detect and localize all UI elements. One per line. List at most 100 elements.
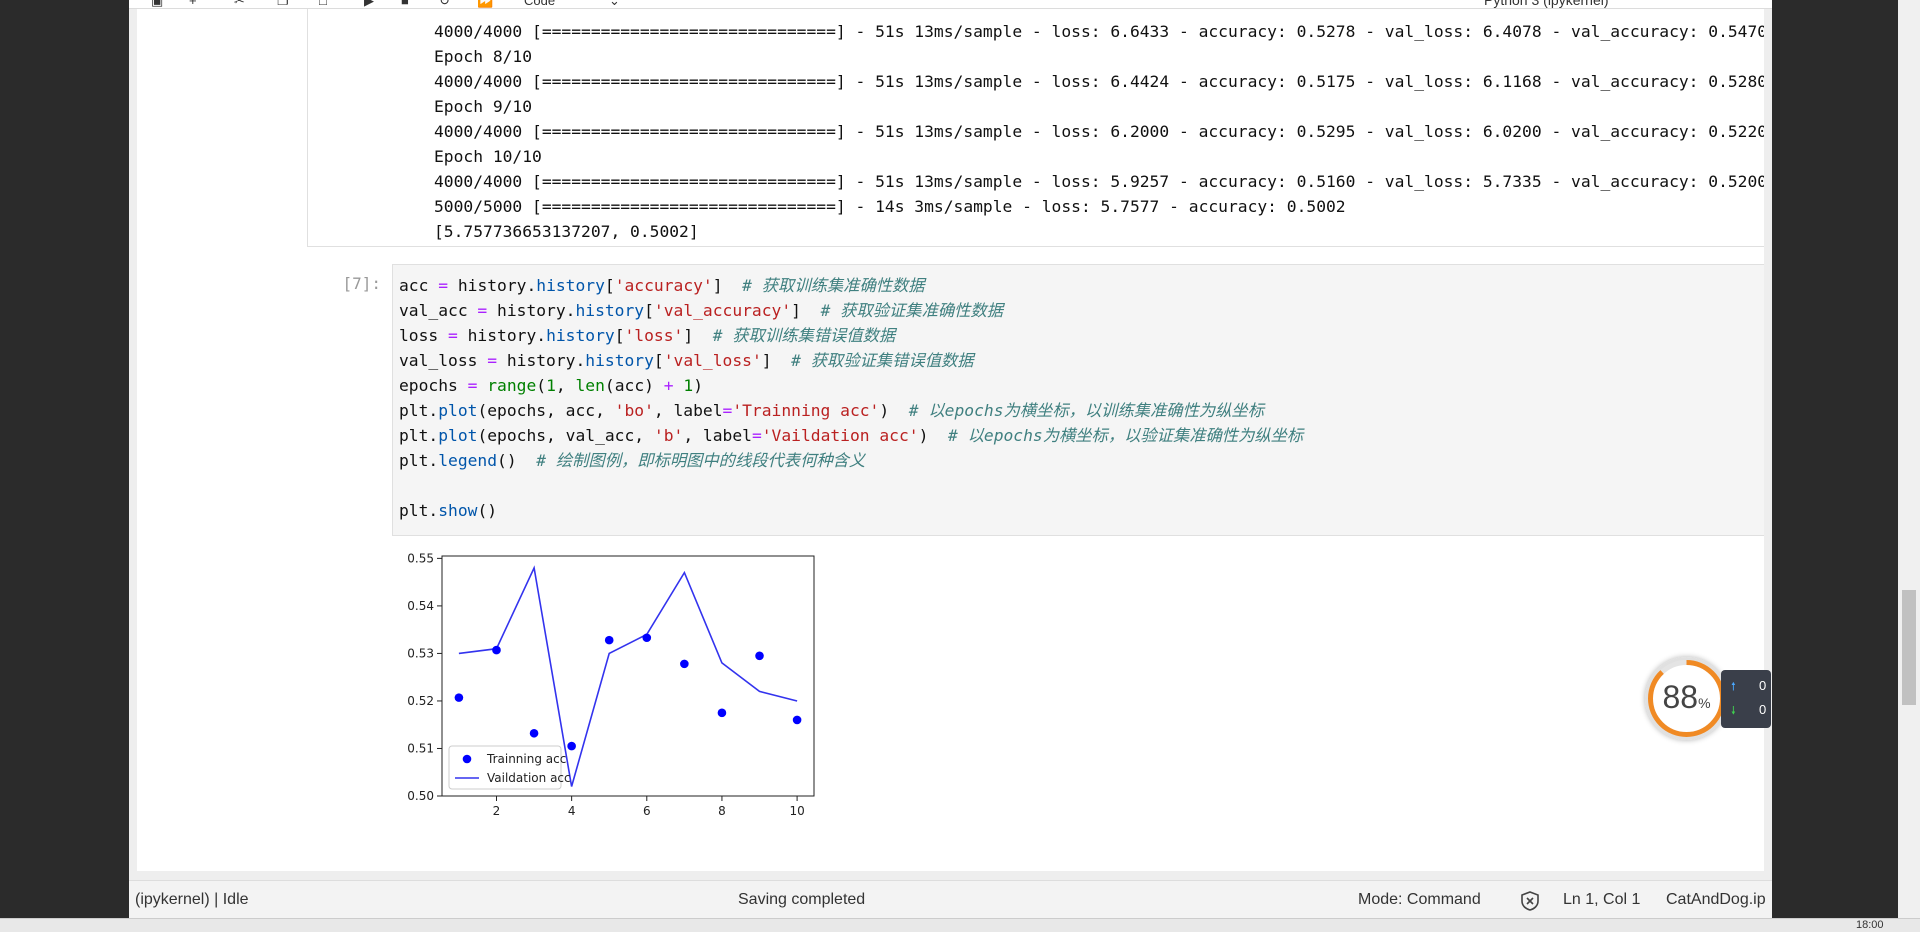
- code-token: =: [751, 426, 762, 445]
- performance-widget[interactable]: 88%: [1645, 657, 1728, 740]
- code-token: , label: [653, 401, 723, 420]
- fast-forward-icon[interactable]: ⏩: [477, 0, 493, 8]
- code-line: plt.legend() # 绘制图例，即标明图中的线段代表何种含义: [399, 448, 1303, 473]
- code-token: plt.: [399, 426, 439, 445]
- code-token: history.: [487, 301, 576, 320]
- stop-icon[interactable]: ■: [401, 0, 409, 8]
- download-value: 0: [1759, 702, 1767, 717]
- code-token: ]: [683, 326, 713, 345]
- code-token: ,: [555, 376, 576, 395]
- code-token: # 绘制图例，即标明图中的线段代表何种含义: [536, 451, 866, 470]
- save-icon[interactable]: ▣: [151, 0, 163, 8]
- code-token: history.: [457, 326, 547, 345]
- code-line: plt.plot(epochs, acc, 'bo', label='Train…: [399, 398, 1303, 423]
- y-tick-label: 0.53: [407, 646, 434, 660]
- code-token: # 以epochs为横坐标，以训练集准确性为纵坐标: [908, 401, 1264, 420]
- y-tick-label: 0.55: [407, 551, 434, 565]
- code-token: =: [477, 301, 488, 320]
- code-token: plt.: [399, 451, 439, 470]
- code-token: ): [693, 376, 703, 395]
- code-line: plt.plot(epochs, val_acc, 'b', label='Va…: [399, 423, 1303, 448]
- code-text: acc = history.history['accuracy'] # 获取训练…: [399, 273, 1303, 523]
- code-token: [: [604, 276, 615, 295]
- code-token: history: [585, 351, 654, 370]
- x-tick-label: 2: [493, 804, 501, 818]
- code-token: 1: [683, 376, 694, 395]
- run-icon[interactable]: ▶: [364, 0, 374, 8]
- code-token: =: [438, 276, 449, 295]
- shield-icon[interactable]: [1519, 890, 1541, 912]
- code-token: (: [536, 376, 547, 395]
- download-arrow-icon: 🠗: [1731, 705, 1736, 717]
- code-cell-editor[interactable]: acc = history.history['accuracy'] # 获取训练…: [392, 264, 1764, 536]
- code-token: val_loss: [399, 351, 488, 370]
- training-acc-point: [492, 645, 501, 655]
- cut-icon[interactable]: ✂: [234, 0, 245, 8]
- code-token: 'Trainning acc': [732, 401, 880, 420]
- code-token: plt.: [399, 401, 439, 420]
- save-status: Saving completed: [738, 891, 866, 908]
- code-line: epochs = range(1, len(acc) + 1): [399, 373, 1303, 398]
- code-token: plt.: [399, 501, 439, 520]
- code-token: ): [879, 401, 909, 420]
- add-cell-icon[interactable]: +: [189, 0, 197, 8]
- kernel-status[interactable]: (ipykernel) | Idle: [135, 891, 249, 909]
- code-token: (epochs, acc,: [477, 401, 615, 420]
- code-token: 'b': [653, 426, 684, 445]
- code-token: (epochs, val_acc,: [477, 426, 654, 445]
- code-token: history.: [497, 351, 586, 370]
- code-token: val_acc: [399, 301, 478, 320]
- output-line: Epoch 8/10: [434, 47, 533, 66]
- output-line: 4000/4000 [=============================…: [434, 72, 1764, 91]
- code-token: history: [536, 276, 605, 295]
- code-token: 'val_loss': [663, 351, 762, 370]
- cell-type-select[interactable]: Code: [524, 0, 555, 8]
- code-token: loss: [399, 326, 449, 345]
- status-bar: (ipykernel) | Idle Saving completed Mode…: [129, 880, 1772, 920]
- code-token: ]: [761, 351, 792, 370]
- copy-icon[interactable]: ❐: [277, 0, 289, 8]
- notebook-toolbar: ▣ + ✂ ❐ □ ▶ ■ ↻ ⏩ Code ⌄ Python 3 (ipyke…: [129, 0, 1772, 9]
- page-scrollbar[interactable]: [1898, 0, 1920, 932]
- cursor-position[interactable]: Ln 1, Col 1: [1563, 891, 1640, 909]
- network-panel: 🠕 0 🠗 0: [1721, 670, 1771, 728]
- code-line: val_acc = history.history['val_accuracy'…: [399, 298, 1303, 323]
- restart-icon[interactable]: ↻: [439, 0, 450, 8]
- code-token: # 获取验证集准确性数据: [820, 301, 1003, 320]
- code-token: # 获取训练集错误值数据: [712, 326, 896, 345]
- legend-marker-training: [462, 754, 472, 764]
- mode-indicator[interactable]: Mode: Command: [1358, 891, 1481, 909]
- paste-icon[interactable]: □: [319, 0, 327, 8]
- upload-value: 0: [1759, 678, 1767, 693]
- code-token: +: [663, 376, 674, 395]
- code-token: history: [575, 301, 645, 320]
- code-line: acc = history.history['accuracy'] # 获取训练…: [399, 273, 1303, 298]
- training-acc-point: [567, 741, 576, 751]
- training-acc-point: [680, 659, 689, 669]
- code-token: show: [438, 501, 478, 520]
- legend-label-validation: Vaildation acc: [487, 771, 571, 785]
- code-token: history: [546, 326, 615, 345]
- output-line: Epoch 10/10: [434, 147, 542, 166]
- jupyter-window: ▣ + ✂ ❐ □ ▶ ■ ↻ ⏩ Code ⌄ Python 3 (ipyke…: [129, 0, 1772, 932]
- code-token: history.: [448, 276, 537, 295]
- code-token: =: [448, 326, 458, 345]
- upload-arrow-icon: 🠕: [1731, 681, 1736, 693]
- notebook-area: 4000/4000 [=============================…: [137, 9, 1764, 871]
- x-tick-label: 10: [789, 804, 804, 818]
- training-acc-point: [717, 708, 727, 718]
- code-token: ]: [712, 276, 743, 295]
- code-token: 'accuracy': [614, 276, 713, 295]
- code-token: (): [477, 501, 498, 520]
- code-token: plot: [438, 426, 478, 445]
- output-text: 4000/4000 [=============================…: [308, 19, 1764, 244]
- code-token: # 以epochs为横坐标，以验证集准确性为纵坐标: [948, 426, 1304, 445]
- code-token: , label: [683, 426, 752, 445]
- x-tick-label: 4: [568, 804, 576, 818]
- kernel-name[interactable]: Python 3 (ipykernel): [1484, 0, 1609, 8]
- page-scroll-thumb[interactable]: [1902, 590, 1916, 705]
- chevron-down-icon[interactable]: ⌄: [609, 0, 620, 8]
- output-line: 5000/5000 [=============================…: [434, 197, 1346, 216]
